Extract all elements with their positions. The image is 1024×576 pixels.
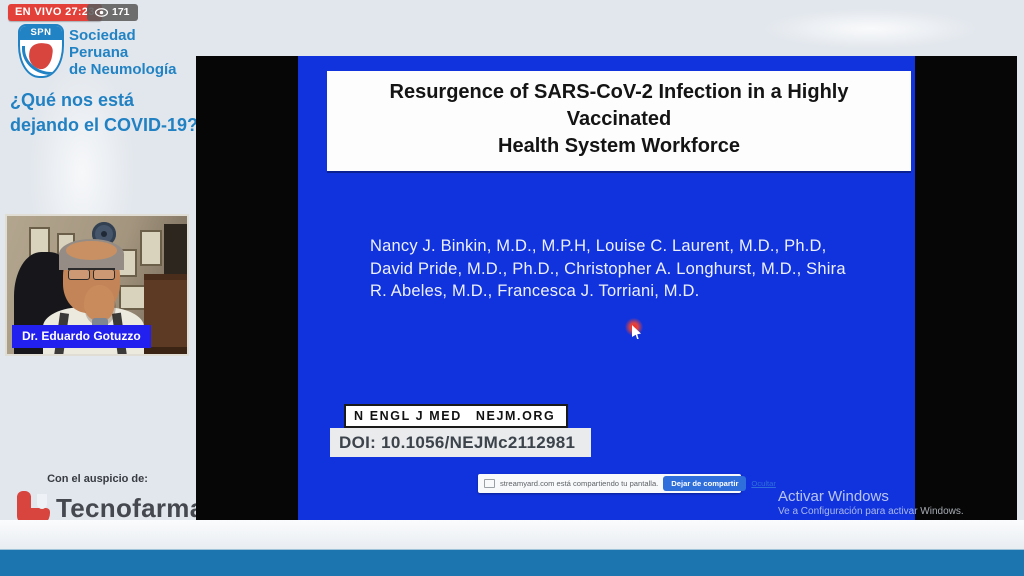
logo-shape — [37, 494, 47, 509]
author-line: R. Abeles, M.D., Francesca J. Torriani, … — [370, 280, 870, 303]
monitor-icon — [484, 479, 495, 488]
bookshelf — [164, 224, 187, 279]
footer-bar — [0, 549, 1024, 576]
doi-reference: DOI: 10.1056/NEJMc2112981 — [330, 428, 591, 457]
speaker-glasses — [68, 268, 115, 281]
journal-name: N ENGL J MED — [354, 409, 462, 423]
speaker-webcam-video: Dr. Eduardo Gotuzzo — [5, 214, 189, 356]
spn-acronym: SPN — [20, 26, 62, 40]
slide-title: Resurgence of SARS-CoV-2 Infection in a … — [327, 71, 911, 171]
event-tagline-line: dejando el COVID-19? — [10, 113, 198, 138]
stop-sharing-button[interactable]: Dejar de compartir — [663, 476, 746, 491]
journal-site: NEJM.ORG — [476, 409, 555, 423]
livestream-frame: EN VIVO 27:23 171 SPN Sociedad Peruana d… — [0, 0, 1024, 576]
presentation-slide: Resurgence of SARS-CoV-2 Infection in a … — [298, 56, 915, 520]
speaker-forehead — [66, 241, 116, 260]
eye-icon — [95, 8, 108, 17]
author-line: David Pride, M.D., Ph.D., Christopher A.… — [370, 258, 870, 281]
event-tagline-line: ¿Qué nos está — [10, 88, 198, 113]
logo-swoosh — [22, 46, 55, 75]
viewer-count-badge: 171 — [87, 4, 138, 21]
author-line: Nancy J. Binkin, M.D., M.P.H, Louise C. … — [370, 235, 870, 258]
slide-title-line: Health System Workforce — [339, 133, 899, 160]
slide-title-line: Resurgence of SARS-CoV-2 Infection in a … — [339, 79, 899, 133]
org-name-line: Sociedad — [69, 27, 177, 44]
windows-activation-watermark-subtitle: Ve a Configuración para activar Windows. — [778, 506, 964, 517]
journal-reference: N ENGL J MED NEJM.ORG — [344, 404, 568, 428]
org-name: Sociedad Peruana de Neumología — [69, 27, 177, 78]
event-tagline: ¿Qué nos está dejando el COVID-19? — [10, 88, 198, 138]
hide-link[interactable]: Ocultar — [751, 479, 775, 488]
speaker-name-label: Dr. Eduardo Gotuzzo — [12, 325, 151, 348]
org-name-line: de Neumología — [69, 61, 177, 78]
slide-authors: Nancy J. Binkin, M.D., M.P.H, Louise C. … — [370, 235, 870, 303]
viewer-count: 171 — [112, 6, 130, 18]
sponsor-heading: Con el auspicio de: — [0, 473, 195, 485]
wall-frame — [140, 230, 162, 266]
spn-logo-icon: SPN — [18, 24, 64, 78]
share-message: streamyard.com está compartiendo tu pant… — [500, 479, 658, 488]
screen-share-notification-bar: streamyard.com está compartiendo tu pant… — [478, 474, 741, 493]
org-name-line: Peruana — [69, 44, 177, 61]
bottom-light-band — [0, 520, 1024, 549]
windows-activation-watermark-title: Activar Windows — [778, 488, 889, 505]
